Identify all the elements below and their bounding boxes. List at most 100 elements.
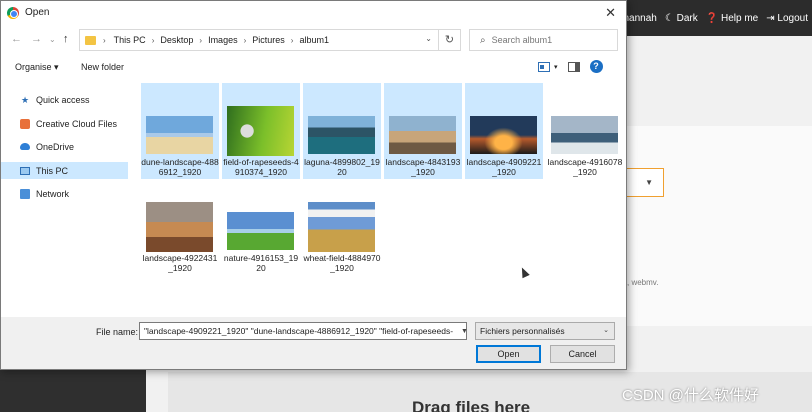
- network-icon: [20, 188, 30, 199]
- up-arrow-icon[interactable]: ↑: [63, 33, 69, 45]
- chevron-right-icon[interactable]: ›: [199, 36, 202, 45]
- image-thumbnail: [308, 202, 375, 252]
- cloud-icon: [20, 143, 30, 150]
- file-item[interactable]: wheat-field-4884970_1920: [303, 179, 381, 275]
- sidebar-item[interactable]: OneDrive: [1, 138, 128, 155]
- file-item[interactable]: laguna-4899802_1920: [303, 83, 381, 179]
- page-sidebar-bg: [0, 370, 146, 412]
- chevron-right-icon: ›: [103, 35, 106, 45]
- open-file-dialog: Open ✕ ← → ⌄ ↑ › This PC › Desktop › Images ›…: [0, 0, 627, 370]
- image-thumbnail: [227, 212, 294, 250]
- file-item[interactable]: dune-landscape-4886912_1920: [141, 83, 219, 179]
- close-icon[interactable]: ✕: [605, 5, 616, 21]
- page-select[interactable]: ▼: [626, 168, 664, 197]
- image-thumbnail: [308, 116, 375, 154]
- sidebar-item-label: This PC: [36, 165, 69, 176]
- format-hint: , webmv.: [627, 278, 659, 287]
- file-list: dune-landscape-4886912_1920 field-of-rape…: [136, 81, 626, 317]
- breadcrumb-item[interactable]: This PC: [114, 35, 146, 45]
- organise-button[interactable]: Organise ▾: [15, 62, 59, 73]
- chevron-right-icon[interactable]: ›: [244, 36, 247, 45]
- sidebar-item[interactable]: Creative Cloud Files: [1, 115, 128, 132]
- back-arrow-icon[interactable]: ←: [11, 33, 22, 45]
- folder-icon: [85, 35, 96, 45]
- chevron-down-icon: ⌄: [603, 327, 609, 334]
- chevron-down-icon[interactable]: ▾: [554, 63, 558, 71]
- dialog-title: Open: [25, 7, 50, 18]
- file-name: landscape-4916078_1920: [547, 157, 623, 177]
- image-thumbnail: [389, 116, 456, 154]
- computer-icon: [20, 166, 30, 175]
- cancel-button[interactable]: Cancel: [550, 345, 615, 363]
- file-name-label: File name:: [96, 327, 139, 337]
- sidebar-item[interactable]: ★ Quick access: [1, 91, 128, 108]
- file-name: field-of-rapeseeds-4910374_1920: [223, 157, 299, 177]
- file-name: landscape-4922431_1920: [142, 253, 218, 273]
- navigation-bar: ← → ⌄ ↑ › This PC › Desktop › Images › Picture…: [1, 25, 626, 53]
- dialog-titlebar[interactable]: Open ✕: [1, 1, 626, 24]
- dark-mode-label: Dark: [676, 12, 698, 24]
- recent-locations-icon[interactable]: ⌄: [49, 35, 56, 44]
- sidebar-item-label: Network: [36, 188, 70, 199]
- search-placeholder: Search album1: [491, 35, 553, 45]
- image-thumbnail: [551, 116, 618, 154]
- dark-mode-toggle[interactable]: ☾ Dark: [665, 13, 698, 24]
- watermark: CSDN @什么软件好: [622, 387, 759, 404]
- sidebar-item-label: Quick access: [36, 94, 90, 105]
- file-item[interactable]: nature-4916153_1920: [222, 179, 300, 275]
- file-type-value: Fichiers personnalisés: [480, 326, 565, 336]
- star-icon: ★: [20, 94, 30, 105]
- help-link[interactable]: ❓ Help me: [706, 13, 758, 24]
- address-bar[interactable]: › This PC › Desktop › Images › Pictures › album1…: [79, 29, 461, 51]
- file-item[interactable]: landscape-4843193_1920: [384, 83, 462, 179]
- sidebar-item-label: OneDrive: [36, 141, 75, 152]
- forward-arrow-icon[interactable]: →: [31, 33, 42, 45]
- search-icon: ⌕: [480, 34, 486, 46]
- file-name: nature-4916153_1920: [223, 253, 299, 273]
- image-thumbnail: [146, 116, 213, 154]
- navigation-pane: ★ Quick access Creative Cloud Files OneDriv…: [1, 81, 131, 317]
- file-name: landscape-4843193_1920: [385, 157, 461, 177]
- help-icon[interactable]: ?: [589, 60, 603, 73]
- organise-label: Organise: [15, 62, 52, 72]
- new-folder-button[interactable]: New folder: [81, 62, 124, 72]
- image-thumbnail: [227, 106, 294, 156]
- dropzone-text: Drag files here: [412, 398, 531, 412]
- file-item[interactable]: landscape-4916078_1920: [546, 83, 624, 179]
- dialog-toolbar: Organise ▾ New folder ▾ ?: [1, 55, 626, 79]
- refresh-icon[interactable]: ↻: [438, 30, 460, 50]
- change-view-icon[interactable]: [538, 61, 550, 72]
- chevron-down-icon[interactable]: ▼: [461, 328, 468, 335]
- chrome-icon: [7, 6, 19, 19]
- search-input[interactable]: ⌕ Search album1: [469, 29, 618, 51]
- preview-pane-icon[interactable]: [567, 61, 580, 72]
- file-name-input[interactable]: "landscape-4909221_1920" "dune-landscape…: [139, 322, 467, 340]
- help-label: Help me: [720, 12, 759, 24]
- file-type-select[interactable]: Fichiers personnalisés ⌄: [475, 322, 615, 340]
- breadcrumb-item[interactable]: Desktop: [160, 35, 193, 45]
- file-name: landscape-4909221_1920: [466, 157, 542, 177]
- chevron-down-icon: ▼: [645, 178, 653, 187]
- image-thumbnail: [146, 202, 213, 252]
- chevron-right-icon[interactable]: ›: [291, 36, 294, 45]
- breadcrumb: This PC › Desktop › Images › Pictures › album1: [114, 35, 329, 45]
- breadcrumb-item[interactable]: Pictures: [252, 35, 285, 45]
- image-thumbnail: [470, 116, 537, 154]
- chevron-right-icon[interactable]: ›: [152, 36, 155, 45]
- open-button[interactable]: Open: [476, 345, 541, 363]
- breadcrumb-item[interactable]: Images: [208, 35, 238, 45]
- file-item[interactable]: landscape-4909221_1920: [465, 83, 543, 179]
- file-item[interactable]: field-of-rapeseeds-4910374_1920: [222, 83, 300, 179]
- file-item[interactable]: landscape-4922431_1920: [141, 179, 219, 275]
- file-name: dune-landscape-4886912_1920: [141, 157, 219, 177]
- logout-link[interactable]: ⇥ Logout: [766, 13, 808, 24]
- creative-cloud-icon: [20, 118, 30, 129]
- sidebar-item[interactable]: This PC: [1, 162, 128, 179]
- view-controls: ▾ ?: [538, 60, 603, 73]
- sidebar-item[interactable]: Network: [1, 185, 128, 202]
- chevron-down-icon[interactable]: ⌄: [425, 34, 432, 43]
- file-name: laguna-4899802_1920: [304, 157, 380, 177]
- sidebar-item-label: Creative Cloud Files: [36, 118, 118, 129]
- breadcrumb-item[interactable]: album1: [299, 35, 329, 45]
- dialog-footer: File name: "landscape-4909221_1920" "dun…: [1, 317, 626, 369]
